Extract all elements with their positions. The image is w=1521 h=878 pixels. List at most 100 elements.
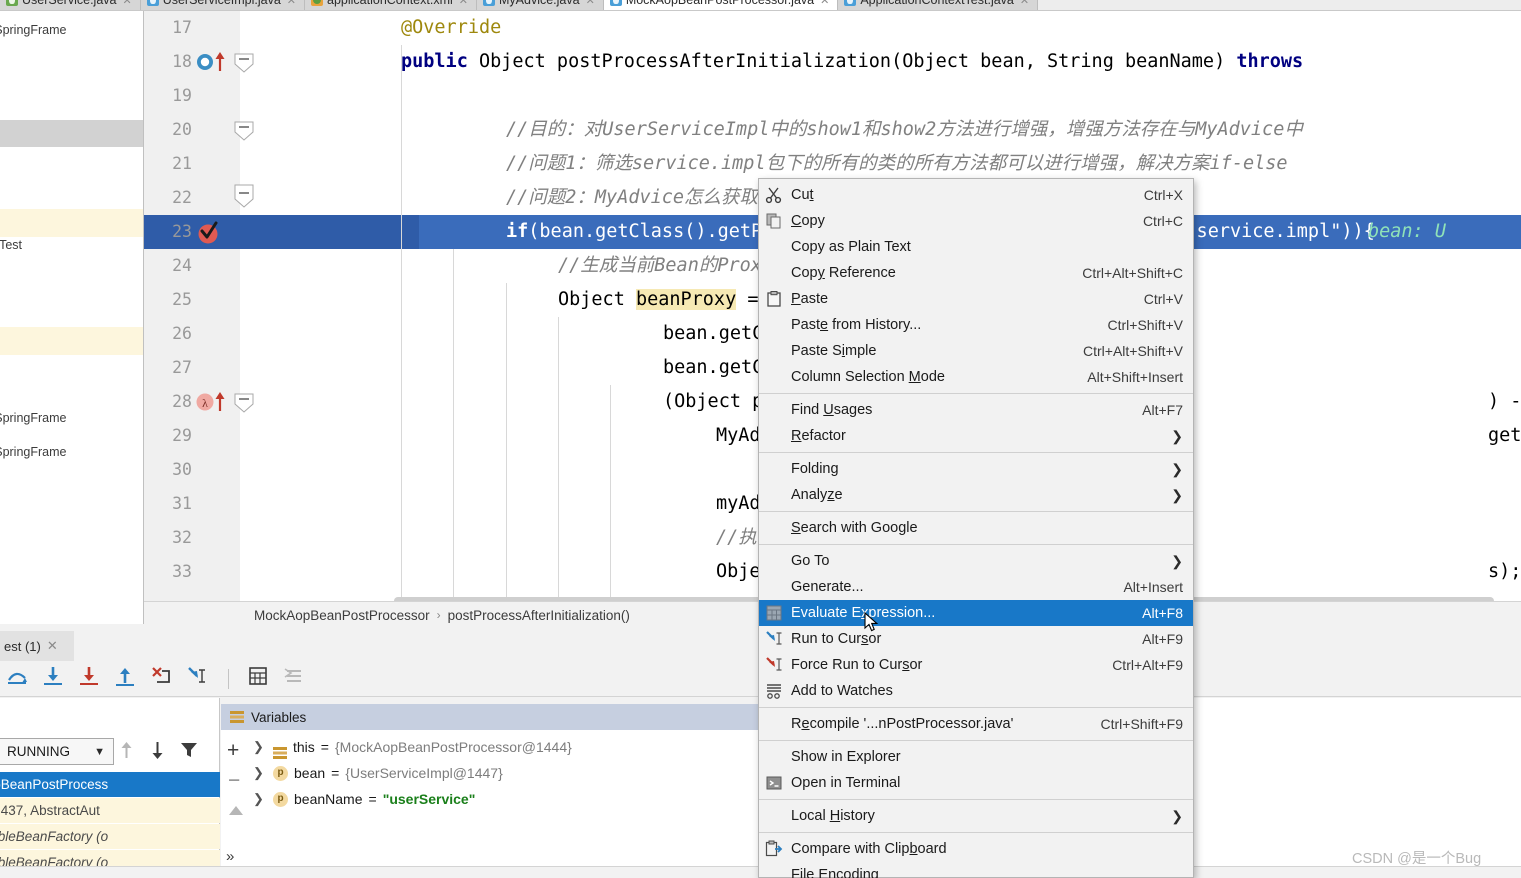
force-step-into-icon[interactable] [78,665,100,692]
code-line-21[interactable]: //问题1：筛选service.impl包下的所有的类的所有方法都可以进行增强，… [506,147,1288,181]
expand-more-icon[interactable]: » [226,848,234,865]
close-icon[interactable]: ✕ [122,0,131,7]
menu-item-refactor[interactable]: Refactor ❯ [759,423,1193,449]
breakpoint-verified-icon[interactable] [194,215,238,249]
menu-item-file-encoding[interactable]: File Encoding [759,862,1193,878]
editor-tab-3[interactable]: MyAdvice.java ✕ [477,0,604,10]
frame-row[interactable]: 23, MockAopBeanPostProcess [0,772,220,797]
editor-context-menu[interactable]: Cut Ctrl+X Copy Ctrl+C Copy as Plain Text Cop… [758,178,1194,878]
menu-item-evaluate-expression[interactable]: Evaluate Expression... Alt+F8 [759,600,1193,626]
line-number: 18 [172,52,192,71]
menu-item-folding[interactable]: Folding ❯ [759,456,1193,482]
menu-item-paste-simple[interactable]: Paste Simple Ctrl+Alt+Shift+V [759,338,1193,364]
chevron-right-icon[interactable]: ❯ [253,734,267,760]
editor-tab-2[interactable]: applicationContext.xml ✕ [305,0,477,10]
fold-handle-icon[interactable] [232,113,276,147]
menu-item-add-to-watches[interactable]: Add to Watches [759,678,1193,704]
code-line-18[interactable]: public Object postProcessAfterInitializa… [401,45,1303,79]
menu-item-copy-as-plain-text[interactable]: Copy as Plain Text [759,234,1193,260]
code-line-17[interactable]: @Override [401,11,501,45]
close-icon[interactable]: ✕ [1020,0,1029,7]
menu-item-open-in-terminal[interactable]: Open in Terminal [759,770,1193,796]
chevron-right-icon[interactable]: ❯ [253,786,267,812]
menu-item-go-to[interactable]: Go To ❯ [759,548,1193,574]
variable-row[interactable]: ❯ p bean = {UserServiceImpl@1447} [253,760,503,786]
menu-item-force-run-to-cursor[interactable]: Force Run to Cursor Ctrl+Alt+F9 [759,652,1193,678]
editor-tab-4[interactable]: MockAopBeanPostProcessor.java ✕ [603,0,839,10]
close-icon[interactable]: ✕ [820,0,829,7]
plus-icon[interactable]: + [227,740,239,761]
editor-tab-label: ApplicationContextTest.java [860,0,1014,7]
menu-item-local-history[interactable]: Local History ❯ [759,803,1193,829]
code-line-28-cont[interactable]: ) -> { [1488,385,1521,419]
close-icon[interactable]: ✕ [47,638,58,654]
menu-item-copy-reference[interactable]: Copy Reference Ctrl+Alt+Shift+C [759,260,1193,286]
menu-item-paste[interactable]: Paste Ctrl+V [759,286,1193,312]
fold-handle-icon[interactable] [232,45,276,79]
close-icon[interactable]: ✕ [287,0,296,7]
menu-item-paste-from-history[interactable]: Paste from History... Ctrl+Shift+V [759,312,1193,338]
force-run-to-cursor-icon [765,656,783,674]
debug-tool-tab[interactable]: est (1) ✕ [0,631,74,661]
minus-icon[interactable]: − [228,770,240,791]
variables-icon [230,711,244,723]
menu-item-run-to-cursor[interactable]: Run to Cursor Alt+F9 [759,626,1193,652]
variables-buttons[interactable]: + − » [221,730,251,878]
breadcrumb-class[interactable]: MockAopBeanPostProcessor [254,608,430,623]
breadcrumb-method[interactable]: postProcessAfterInitialization() [448,608,630,623]
down-arrow-icon[interactable] [149,740,166,765]
editor-tab-1[interactable]: UserServiceImpl.java ✕ [140,0,306,10]
variables-panel[interactable]: Variables + − » ❯ this = {MockAopBeanPostPr… [221,704,765,878]
up-arrow-icon[interactable] [227,804,245,823]
menu-item-copy[interactable]: Copy Ctrl+C [759,208,1193,234]
mute-breakpoints-icon[interactable] [283,665,305,692]
menu-item-analyze[interactable]: Analyze ❯ [759,482,1193,508]
project-row-band [0,327,143,355]
project-row[interactable]: aohao\SpringFrame [0,445,66,459]
run-to-cursor-icon[interactable] [186,665,210,692]
chevron-down-icon[interactable]: ▼ [94,746,105,758]
menu-separator [759,799,1193,800]
menu-item-column-selection-mode[interactable]: Column Selection Mode Alt+Shift+Insert [759,364,1193,390]
step-over-icon[interactable] [6,665,28,692]
menu-item-label: Local History [791,808,875,824]
menu-item-generate[interactable]: Generate... Alt+Insert [759,574,1193,600]
fold-handle-icon[interactable] [232,181,276,215]
variable-row[interactable]: ❯ p beanName = "userService" [253,786,475,812]
code-line-29-cont[interactable]: getBean(MyAdvice.class [1488,419,1521,453]
evaluate-expression-icon[interactable] [247,665,269,692]
chevron-right-icon[interactable]: ❯ [253,760,267,786]
menu-item-compare-with-clipboard[interactable]: Compare with Clipboard [759,836,1193,862]
menu-item-label: Force Run to Cursor [791,657,923,673]
menu-item-show-in-explorer[interactable]: Show in Explorer [759,744,1193,770]
editor-tab-0[interactable]: UserService.java ✕ [0,0,141,10]
menu-item-search-with-google[interactable]: Search with Google [759,515,1193,541]
frame-row[interactable]: rInitialization:437, AbstractAut [0,798,220,823]
step-out-icon[interactable] [114,665,136,692]
project-row[interactable]: aohao\SpringFrame [0,23,66,37]
mouse-cursor [864,611,880,634]
fold-handle-icon[interactable] [232,385,276,419]
variable-row[interactable]: ❯ this = {MockAopBeanPostProcessor@1444} [253,734,572,760]
step-into-icon[interactable] [42,665,64,692]
filter-icon[interactable] [180,740,198,765]
frame-row[interactable]: utowireCapableBeanFactory (o [0,824,220,849]
project-row[interactable]: ContextTest [0,238,22,252]
editor-fold-column[interactable] [240,11,288,601]
menu-item-cut[interactable]: Cut Ctrl+X [759,182,1193,208]
svg-text:λ: λ [202,396,208,410]
menu-item-label: Search with Google [791,520,918,536]
code-line-20[interactable]: //目的：对UserServiceImpl中的show1和show2方法进行增强… [506,113,1303,147]
menu-item-recompile-npostprocessor-java[interactable]: Recompile '...nPostProcessor.java' Ctrl+S… [759,711,1193,737]
project-row[interactable]: aohao\SpringFrame [0,411,66,425]
code-line-33-cont[interactable]: s); [1488,555,1521,589]
thread-selector-combo[interactable]: RUNNING ▼ [0,738,114,765]
project-panel-clipped[interactable]: aohao\SpringFrame ContextTest ext.xml ao… [0,11,144,624]
up-arrow-icon[interactable] [118,740,135,765]
drop-frame-icon[interactable] [150,665,172,692]
editor-tab-5[interactable]: ApplicationContextTest.java ✕ [838,0,1039,10]
close-icon[interactable]: ✕ [586,0,595,7]
close-icon[interactable]: ✕ [459,0,468,7]
frames-toolbar[interactable] [118,740,198,765]
menu-item-find-usages[interactable]: Find Usages Alt+F7 [759,397,1193,423]
